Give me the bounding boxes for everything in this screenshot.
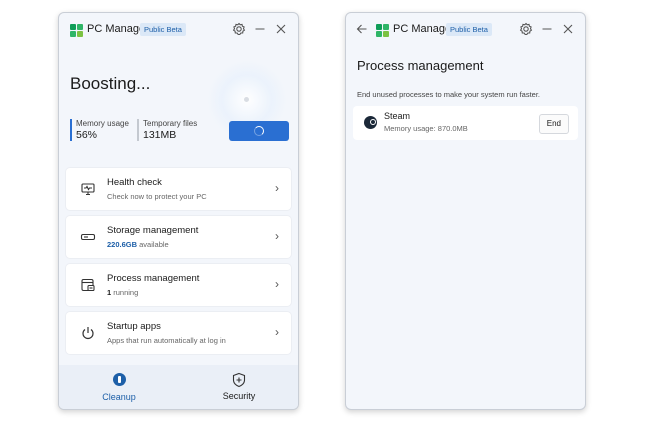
temporary-files-label: Temporary files (143, 119, 198, 128)
memory-usage-value: 56% (76, 129, 98, 141)
process-name: Steam (384, 111, 411, 121)
shield-plus-icon (231, 372, 247, 388)
pc-manager-logo-icon (376, 24, 389, 37)
title-bar: PC Manager Public Beta (59, 13, 298, 47)
page-title: Process management (357, 58, 484, 73)
temporary-files-value: 131MB (143, 129, 177, 141)
chevron-right-icon: › (275, 325, 279, 339)
boosting-status-title: Boosting... (70, 74, 151, 93)
storage-management-card[interactable]: Storage management 220.6GB available › (66, 216, 291, 258)
startup-apps-card[interactable]: Startup apps Apps that run automatically… (66, 312, 291, 354)
nav-cleanup[interactable]: Cleanup (79, 372, 159, 402)
storage-available-suffix: available (137, 240, 169, 249)
temporary-files-stat: Temporary files 131MB (137, 119, 197, 141)
nav-security[interactable]: Security (199, 372, 279, 401)
memory-usage-stat: Memory usage 56% (70, 119, 129, 141)
process-management-title: Process management (107, 273, 200, 284)
process-management-subtitle: 1 running (107, 288, 138, 297)
back-arrow-icon[interactable] (354, 21, 370, 37)
page-description: End unused processes to make your system… (357, 90, 541, 99)
minimize-icon[interactable] (252, 21, 268, 37)
health-check-card[interactable]: Health check Check now to protect your P… (66, 168, 291, 210)
storage-management-title: Storage management (107, 225, 199, 236)
process-row: Steam Memory usage: 870.0MB End (353, 106, 578, 140)
close-icon[interactable] (273, 21, 289, 37)
title-bar: PC Manager Public Beta (346, 13, 585, 47)
nav-security-label: Security (222, 391, 256, 401)
monitor-heart-icon (80, 181, 96, 197)
minimize-icon[interactable] (539, 21, 555, 37)
pc-manager-logo-icon (70, 24, 83, 37)
startup-apps-title: Startup apps (107, 321, 161, 332)
steam-icon (364, 116, 377, 129)
bottom-navigation: Cleanup Security (59, 365, 298, 409)
pc-manager-main-window: PC Manager Public Beta Boosting... Memor… (58, 12, 299, 410)
storage-management-subtitle: 220.6GB available (107, 240, 169, 249)
chevron-right-icon: › (275, 181, 279, 195)
health-check-title: Health check (107, 177, 162, 188)
gear-icon[interactable] (518, 21, 534, 37)
process-management-window: PC Manager Public Beta Process managemen… (345, 12, 586, 410)
spinner-icon (254, 126, 264, 136)
process-management-card[interactable]: Process management 1 running › (66, 264, 291, 306)
cleanup-icon (111, 373, 127, 389)
process-memory-usage: Memory usage: 870.0MB (384, 124, 468, 133)
startup-apps-subtitle: Apps that run automatically at log in (107, 336, 226, 345)
public-beta-badge: Public Beta (140, 23, 186, 36)
close-icon[interactable] (560, 21, 576, 37)
health-check-subtitle: Check now to protect your PC (107, 192, 207, 201)
memory-usage-label: Memory usage (76, 119, 129, 128)
power-icon (80, 325, 96, 341)
gear-icon[interactable] (231, 21, 247, 37)
chevron-right-icon: › (275, 229, 279, 243)
boost-panel: Boosting... (59, 47, 298, 167)
storage-drive-icon (80, 229, 96, 245)
public-beta-badge: Public Beta (446, 23, 492, 36)
running-suffix: running (111, 288, 139, 297)
nav-cleanup-label: Cleanup (102, 392, 136, 402)
process-window-icon (80, 277, 96, 293)
storage-available-value: 220.6GB (107, 240, 138, 249)
chevron-right-icon: › (275, 277, 279, 291)
boost-button[interactable] (229, 121, 289, 141)
end-process-button[interactable]: End (538, 114, 569, 134)
